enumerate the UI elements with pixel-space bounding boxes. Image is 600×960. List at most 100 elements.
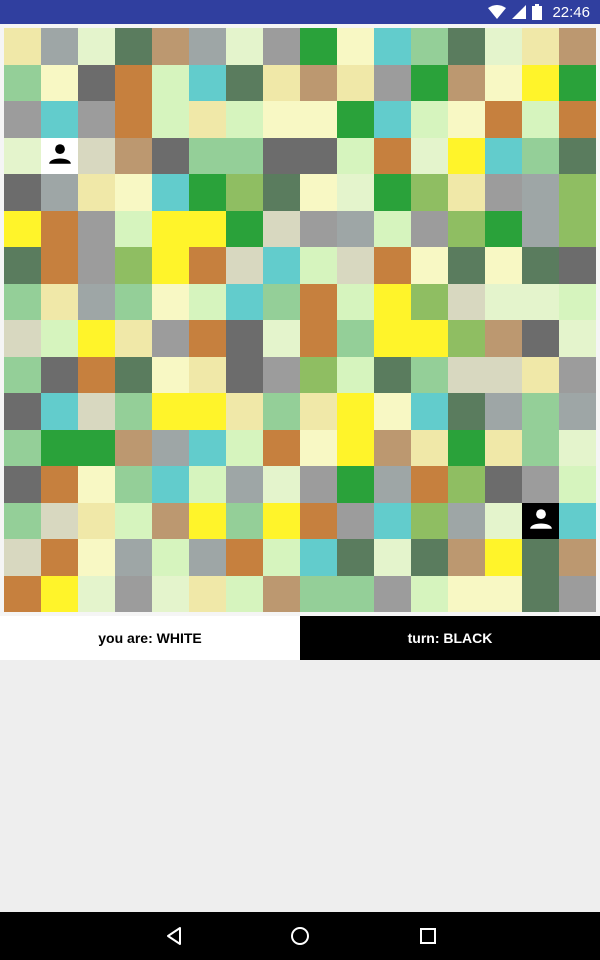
board-cell[interactable] <box>263 503 300 539</box>
board-cell[interactable] <box>522 576 559 612</box>
board-cell[interactable] <box>78 101 115 138</box>
board-cell[interactable] <box>263 430 300 466</box>
board-cell[interactable] <box>152 466 189 503</box>
board-cell[interactable] <box>41 576 78 612</box>
board-cell[interactable] <box>263 320 300 357</box>
board-cell[interactable] <box>226 174 263 211</box>
board-cell[interactable] <box>263 101 300 138</box>
black-pawn-cell[interactable] <box>522 503 559 539</box>
board-cell[interactable] <box>374 247 411 284</box>
board-cell[interactable] <box>41 539 78 576</box>
board-cell[interactable] <box>152 28 189 65</box>
board-cell[interactable] <box>226 284 263 320</box>
board-cell[interactable] <box>41 320 78 357</box>
board-cell[interactable] <box>374 503 411 539</box>
board-cell[interactable] <box>374 393 411 430</box>
board-cell[interactable] <box>522 357 559 393</box>
board-cell[interactable] <box>559 138 596 174</box>
board-cell[interactable] <box>115 138 152 174</box>
board-cell[interactable] <box>152 174 189 211</box>
board-cell[interactable] <box>374 284 411 320</box>
board-cell[interactable] <box>41 430 78 466</box>
board-cell[interactable] <box>78 65 115 101</box>
board-cell[interactable] <box>189 539 226 576</box>
board-cell[interactable] <box>448 284 485 320</box>
board-cell[interactable] <box>41 393 78 430</box>
board-cell[interactable] <box>189 211 226 247</box>
board-cell[interactable] <box>226 357 263 393</box>
board-cell[interactable] <box>374 357 411 393</box>
board-cell[interactable] <box>152 138 189 174</box>
board-cell[interactable] <box>448 247 485 284</box>
board-cell[interactable] <box>152 393 189 430</box>
board-cell[interactable] <box>559 466 596 503</box>
board-cell[interactable] <box>559 211 596 247</box>
board-cell[interactable] <box>300 539 337 576</box>
board-cell[interactable] <box>152 320 189 357</box>
board-cell[interactable] <box>374 28 411 65</box>
board-cell[interactable] <box>263 174 300 211</box>
board-cell[interactable] <box>411 576 448 612</box>
board-cell[interactable] <box>448 539 485 576</box>
board-cell[interactable] <box>448 65 485 101</box>
board-cell[interactable] <box>226 503 263 539</box>
board-cell[interactable] <box>559 247 596 284</box>
board-cell[interactable] <box>559 174 596 211</box>
board-cell[interactable] <box>522 174 559 211</box>
board-cell[interactable] <box>559 65 596 101</box>
board-cell[interactable] <box>78 284 115 320</box>
home-icon[interactable] <box>288 924 312 948</box>
board-cell[interactable] <box>152 65 189 101</box>
board-cell[interactable] <box>300 503 337 539</box>
board-cell[interactable] <box>337 284 374 320</box>
board-cell[interactable] <box>4 174 41 211</box>
board-cell[interactable] <box>300 576 337 612</box>
board-cell[interactable] <box>300 284 337 320</box>
board-cell[interactable] <box>485 430 522 466</box>
board-cell[interactable] <box>189 247 226 284</box>
board-cell[interactable] <box>4 539 41 576</box>
board-cell[interactable] <box>152 357 189 393</box>
board-cell[interactable] <box>115 101 152 138</box>
white-pawn-cell[interactable] <box>41 138 78 174</box>
board-cell[interactable] <box>485 174 522 211</box>
board-cell[interactable] <box>78 430 115 466</box>
board-cell[interactable] <box>41 284 78 320</box>
board-cell[interactable] <box>485 28 522 65</box>
board-cell[interactable] <box>41 211 78 247</box>
board-cell[interactable] <box>374 211 411 247</box>
board-cell[interactable] <box>115 393 152 430</box>
board-cell[interactable] <box>559 393 596 430</box>
board-cell[interactable] <box>78 211 115 247</box>
board-cell[interactable] <box>226 466 263 503</box>
board-cell[interactable] <box>115 247 152 284</box>
board-cell[interactable] <box>559 539 596 576</box>
board-cell[interactable] <box>4 393 41 430</box>
board-cell[interactable] <box>522 393 559 430</box>
board-cell[interactable] <box>115 174 152 211</box>
board-cell[interactable] <box>78 247 115 284</box>
board-cell[interactable] <box>485 101 522 138</box>
board-cell[interactable] <box>41 28 78 65</box>
board-cell[interactable] <box>263 539 300 576</box>
back-icon[interactable] <box>162 924 186 948</box>
board-cell[interactable] <box>263 28 300 65</box>
board-cell[interactable] <box>115 65 152 101</box>
board-cell[interactable] <box>300 430 337 466</box>
board-cell[interactable] <box>300 101 337 138</box>
board-cell[interactable] <box>559 430 596 466</box>
board-cell[interactable] <box>4 138 41 174</box>
board-cell[interactable] <box>226 320 263 357</box>
board-cell[interactable] <box>152 430 189 466</box>
board-cell[interactable] <box>152 101 189 138</box>
board-cell[interactable] <box>300 247 337 284</box>
board-cell[interactable] <box>4 576 41 612</box>
board-cell[interactable] <box>485 576 522 612</box>
board-cell[interactable] <box>4 211 41 247</box>
board-cell[interactable] <box>152 247 189 284</box>
board-cell[interactable] <box>4 101 41 138</box>
board-cell[interactable] <box>522 101 559 138</box>
board-cell[interactable] <box>337 28 374 65</box>
board-cell[interactable] <box>300 466 337 503</box>
board-cell[interactable] <box>448 101 485 138</box>
